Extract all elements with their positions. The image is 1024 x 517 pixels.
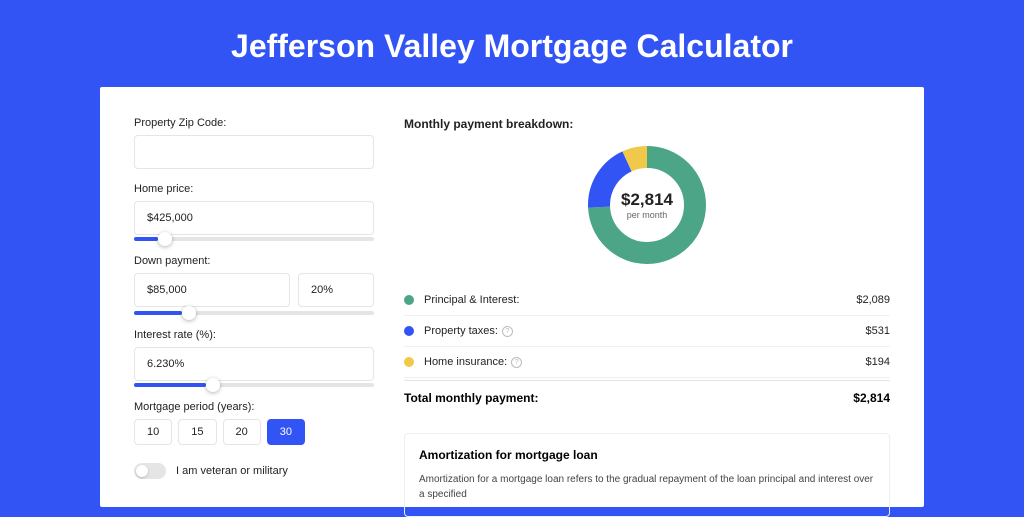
form-panel: Property Zip Code: Home price: Down paym… [134,117,374,477]
legend-value: $531 [866,325,890,337]
info-icon[interactable]: ? [502,326,513,337]
down-percent-input[interactable] [298,273,374,307]
period-20-button[interactable]: 20 [223,419,261,445]
dot-blue-icon [404,326,414,336]
period-buttons: 10 15 20 30 [134,419,374,445]
legend-principal: Principal & Interest: $2,089 [404,285,890,316]
legend-taxes: Property taxes:? $531 [404,316,890,347]
amortization-section: Amortization for mortgage loan Amortizat… [404,433,890,517]
legend-label: Home insurance:? [424,356,866,368]
down-slider[interactable] [134,311,374,315]
rate-input[interactable] [134,347,374,381]
donut-value: $2,814 [621,190,673,210]
payment-donut-chart: $2,814 per month [587,145,707,265]
legend-label: Property taxes:? [424,325,866,337]
veteran-toggle[interactable] [134,463,166,479]
down-amount-input[interactable] [134,273,290,307]
period-15-button[interactable]: 15 [178,419,216,445]
zip-input[interactable] [134,135,374,169]
amortization-heading: Amortization for mortgage loan [419,448,875,462]
legend-insurance: Home insurance:? $194 [404,347,890,378]
legend-value: $194 [866,356,890,368]
period-30-button[interactable]: 30 [267,419,305,445]
dot-yellow-icon [404,357,414,367]
amortization-text: Amortization for a mortgage loan refers … [419,472,875,502]
breakdown-heading: Monthly payment breakdown: [404,117,890,131]
calculator-card: Property Zip Code: Home price: Down paym… [100,87,924,507]
rate-label: Interest rate (%): [134,329,374,341]
legend-label: Principal & Interest: [424,294,856,306]
donut-sublabel: per month [627,210,668,220]
down-label: Down payment: [134,255,374,267]
veteran-label: I am veteran or military [176,465,288,477]
total-value: $2,814 [853,391,890,405]
total-label: Total monthly payment: [404,391,853,405]
dot-green-icon [404,295,414,305]
period-10-button[interactable]: 10 [134,419,172,445]
legend-value: $2,089 [856,294,890,306]
total-row: Total monthly payment: $2,814 [404,380,890,415]
price-label: Home price: [134,183,374,195]
period-label: Mortgage period (years): [134,401,374,413]
rate-slider[interactable] [134,383,374,387]
price-input[interactable] [134,201,374,235]
zip-label: Property Zip Code: [134,117,374,129]
breakdown-panel: Monthly payment breakdown: $2,814 per mo… [404,117,890,477]
page-title: Jefferson Valley Mortgage Calculator [0,0,1024,87]
price-slider[interactable] [134,237,374,241]
info-icon[interactable]: ? [511,357,522,368]
